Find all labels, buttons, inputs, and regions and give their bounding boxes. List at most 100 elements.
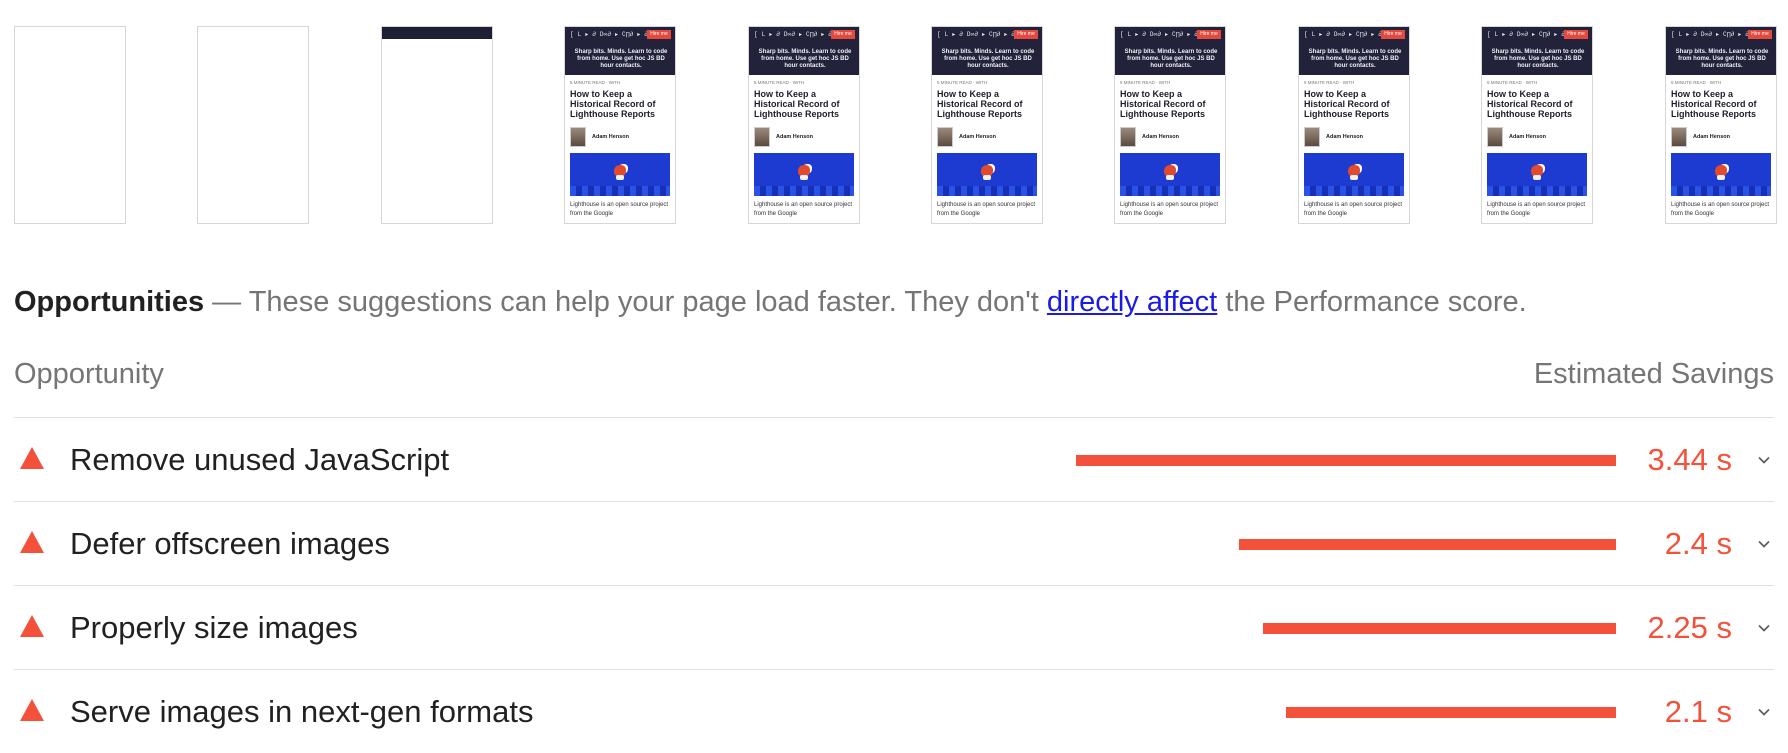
frame-author-name: Adam Henson <box>1693 134 1730 140</box>
frame-crumb: 5 MINUTE READ · WITH <box>754 80 805 85</box>
section-title: Opportunities <box>14 286 205 318</box>
avatar <box>1304 127 1320 147</box>
frame-site-header: [ L ▸ ∂ D∞∂ ▸ C∏∂ ▸ ∂ ( ▲ ] Hire me Sharp … <box>932 27 1042 75</box>
frame-article-title: How to Keep a Historical Record of Light… <box>754 89 840 119</box>
warning-triangle-icon <box>20 699 44 721</box>
filmstrip-frame: [ L ▸ ∂ D∞∂ ▸ C∏∂ ▸ ∂ ( ▲ ] Hire me Sharp … <box>1481 26 1593 224</box>
chevron-down-icon[interactable] <box>1758 454 1770 466</box>
frame-author-name: Adam Henson <box>776 134 813 140</box>
wave-pattern <box>1120 186 1220 196</box>
frame-author: Adam Henson <box>570 127 670 147</box>
opportunity-row-defer-offscreen-images[interactable]: Defer offscreen images 2.4 s <box>14 501 1774 585</box>
avatar <box>937 127 953 147</box>
frame-crumb: 5 MINUTE READ · WITH <box>937 80 988 85</box>
frame-paragraph: Lighthouse is an open source project fro… <box>1671 202 1770 217</box>
frame-hire-badge: Hire me <box>1748 30 1772 39</box>
frame-paragraph: Lighthouse is an open source project fro… <box>1487 202 1586 217</box>
frame-hire-badge: Hire me <box>1014 30 1038 39</box>
frame-author: Adam Henson <box>754 127 854 147</box>
frame-paragraph: Lighthouse is an open source project fro… <box>570 202 669 217</box>
bird-icon <box>1715 165 1727 180</box>
filmstrip-frame: [ L ▸ ∂ D∞∂ ▸ C∏∂ ▸ ∂ ( ▲ ] Hire me Sharp … <box>1114 26 1226 224</box>
frame-paragraph: Lighthouse is an open source project fro… <box>754 202 853 217</box>
frame-hire-badge: Hire me <box>831 30 855 39</box>
warning-triangle-icon <box>20 447 44 469</box>
opportunity-list: Remove unused JavaScript 3.44 s Defer of… <box>14 417 1774 753</box>
estimated-savings: 2.4 s <box>1664 526 1732 561</box>
opportunity-row-remove-unused-javascript[interactable]: Remove unused JavaScript 3.44 s <box>14 417 1774 501</box>
frame-site-header: [ L ▸ ∂ D∞∂ ▸ C∏∂ ▸ ∂ ( ▲ ] Hire me Sharp … <box>1666 27 1776 75</box>
filmstrip-frame: [ L ▸ ∂ D∞∂ ▸ C∏∂ ▸ ∂ ( ▲ ] Hire me Sharp … <box>1665 26 1777 224</box>
frame-author: Adam Henson <box>1487 127 1587 147</box>
frame-crumb: 5 MINUTE READ · WITH <box>1304 80 1355 85</box>
frame-hero-image <box>1120 153 1220 196</box>
column-header-opportunity: Opportunity <box>14 358 164 390</box>
bird-icon <box>981 165 993 180</box>
frame-hire-badge: Hire me <box>647 30 671 39</box>
section-description: These suggestions can help your page loa… <box>248 286 1039 318</box>
savings-bar <box>1263 623 1616 634</box>
opportunity-row-serve-next-gen-formats[interactable]: Serve images in next-gen formats 2.1 s <box>14 669 1774 753</box>
avatar <box>754 127 770 147</box>
section-description-end: the Performance score. <box>1225 286 1527 318</box>
chevron-down-icon[interactable] <box>1758 622 1770 634</box>
avatar <box>1120 127 1136 147</box>
savings-bar-track <box>1076 623 1616 634</box>
frame-hero-image <box>570 153 670 196</box>
warning-triangle-icon <box>20 615 44 637</box>
frame-article-title: How to Keep a Historical Record of Light… <box>937 89 1023 119</box>
frame-author-name: Adam Henson <box>1142 134 1179 140</box>
frame-article-title: How to Keep a Historical Record of Light… <box>1120 89 1206 119</box>
frame-author: Adam Henson <box>1120 127 1220 147</box>
wave-pattern <box>1487 186 1587 196</box>
frame-hero-image <box>1304 153 1404 196</box>
chevron-down-icon[interactable] <box>1758 706 1770 718</box>
frame-article-title: How to Keep a Historical Record of Light… <box>1487 89 1573 119</box>
filmstrip-frame: [ L ▸ ∂ D∞∂ ▸ C∏∂ ▸ ∂ ( ▲ ] Hire me Sharp … <box>931 26 1043 224</box>
bird-icon <box>614 165 626 180</box>
wave-pattern <box>1304 186 1404 196</box>
opportunity-label: Properly size images <box>70 610 358 645</box>
filmstrip-frame: [ L ▸ ∂ D∞∂ ▸ C∏∂ ▸ ∂ ( ▲ ] Hire me Sharp … <box>748 26 860 224</box>
estimated-savings: 2.1 s <box>1664 694 1732 729</box>
frame-hire-badge: Hire me <box>1197 30 1221 39</box>
filmstrip-frame <box>197 26 309 224</box>
bird-icon <box>1348 165 1360 180</box>
savings-bar-track <box>1076 455 1616 466</box>
savings-bar-track <box>1076 539 1616 550</box>
frame-hero-image <box>754 153 854 196</box>
bird-icon <box>1531 165 1543 180</box>
estimated-savings: 3.44 s <box>1647 442 1732 477</box>
opportunity-label: Defer offscreen images <box>70 526 390 561</box>
frame-article-title: How to Keep a Historical Record of Light… <box>1304 89 1390 119</box>
bird-icon <box>1164 165 1176 180</box>
frame-paragraph: Lighthouse is an open source project fro… <box>937 202 1036 217</box>
frame-crumb: 5 MINUTE READ · WITH <box>1487 80 1538 85</box>
opportunity-row-properly-size-images[interactable]: Properly size images 2.25 s <box>14 585 1774 669</box>
frame-crumb: 5 MINUTE READ · WITH <box>1120 80 1171 85</box>
frame-tagline: Sharp bits. Minds. Learn to code from ho… <box>941 49 1035 69</box>
frame-author: Adam Henson <box>1671 127 1771 147</box>
frame-site-header: [ L ▸ ∂ D∞∂ ▸ C∏∂ ▸ ∂ ( ▲ ] Hire me Sharp … <box>1299 27 1409 75</box>
wave-pattern <box>937 186 1037 196</box>
opportunity-table-header: Opportunity Estimated Savings <box>14 358 1774 398</box>
frame-paragraph: Lighthouse is an open source project fro… <box>1304 202 1403 217</box>
avatar <box>570 127 586 147</box>
frame-crumb: 5 MINUTE READ · WITH <box>570 80 621 85</box>
frame-hero-image <box>1671 153 1771 196</box>
filmstrip-frame: [ L ▸ ∂ D∞∂ ▸ C∏∂ ▸ ∂ ( ▲ ] Hire me Sharp … <box>1298 26 1410 224</box>
opportunity-label: Serve images in next-gen formats <box>70 694 534 729</box>
frame-site-header: [ L ▸ ∂ D∞∂ ▸ C∏∂ ▸ ∂ ( ▲ ] Hire me Sharp … <box>1115 27 1225 75</box>
frame-header-bar <box>382 27 492 39</box>
frame-article-title: How to Keep a Historical Record of Light… <box>1671 89 1757 119</box>
wave-pattern <box>1671 186 1771 196</box>
savings-bar-track <box>1076 707 1616 718</box>
savings-bar <box>1239 539 1616 550</box>
chevron-down-icon[interactable] <box>1758 538 1770 550</box>
frame-article-title: How to Keep a Historical Record of Light… <box>570 89 656 119</box>
filmstrip: [ L ▸ ∂ D∞∂ ▸ C∏∂ ▸ ∂ ( ▲ ] Hire me Sharp … <box>14 26 1777 226</box>
title-separator: — <box>212 286 242 318</box>
frame-tagline: Sharp bits. Minds. Learn to code from ho… <box>1491 49 1585 69</box>
frame-hero-image <box>937 153 1037 196</box>
directly-affect-link[interactable]: directly affect <box>1047 286 1217 318</box>
